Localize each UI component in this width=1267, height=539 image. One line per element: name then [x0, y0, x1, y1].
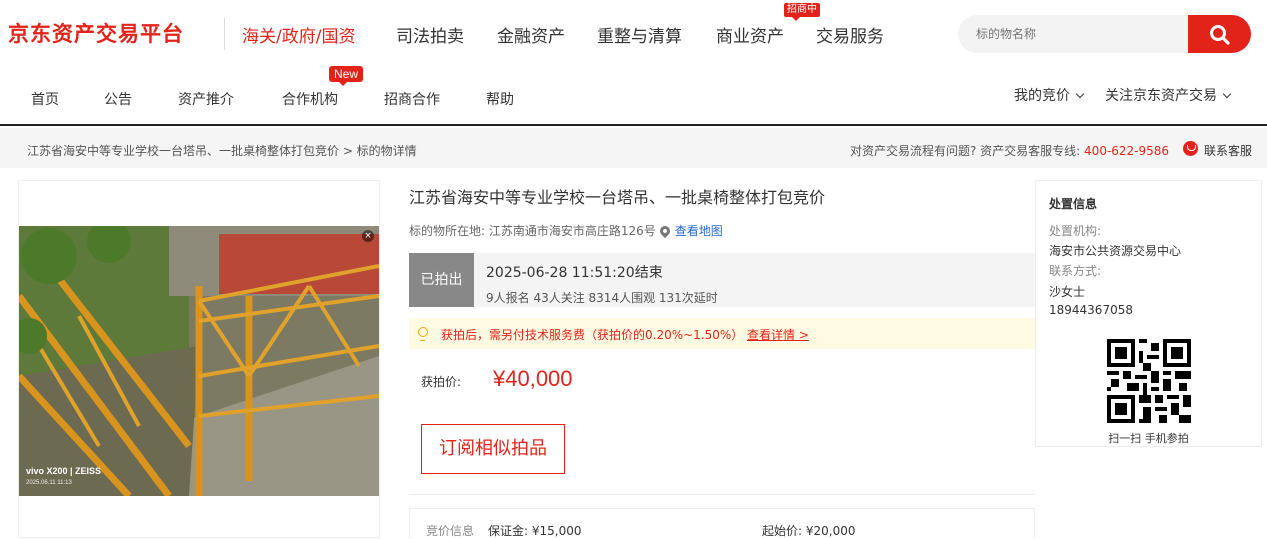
logo-divider [224, 18, 225, 50]
subscribe-similar-button[interactable]: 订阅相似拍品 [421, 424, 565, 474]
search-icon [1210, 25, 1230, 45]
follow-label: 关注京东资产交易 [1105, 88, 1217, 104]
final-price: ¥40,000 [493, 366, 573, 391]
location-address: 江苏南通市海安市高庄路126号 [488, 224, 656, 238]
contact-service-link[interactable]: 联系客服 [1204, 142, 1252, 159]
chevron-down-icon [1075, 89, 1085, 99]
org-name: 海安市公共资源交易中心 [1049, 244, 1182, 258]
item-photo[interactable]: × vivo X200 | ZEISS 2025.06.11 11:13 [19, 226, 379, 496]
nav-financial-assets[interactable]: 金融资产 [497, 22, 565, 47]
image-gallery: × vivo X200 | ZEISS 2025.06.11 11:13 [18, 180, 380, 538]
follow-menu[interactable]: 关注京东资产交易 [1105, 85, 1232, 105]
contact-label: 联系方式: [1049, 264, 1102, 278]
subnav-asset-promotion[interactable]: 资产推介 [178, 89, 234, 109]
breadcrumb[interactable]: 江苏省海安中等专业学校一台塔吊、一批桌椅整体打包竞价 > 标的物详情 [27, 142, 417, 159]
site-logo[interactable]: 京东资产交易平台 [8, 18, 184, 48]
view-map-link[interactable]: 查看地图 [675, 224, 723, 238]
search-box [958, 15, 1190, 53]
starting-price: 起始价: ¥20,000 [762, 524, 856, 538]
disposal-info-card: 处置信息 处置机构: 海安市公共资源交易中心 联系方式: 沙女士 1894436… [1035, 180, 1262, 447]
customer-service-icon[interactable] [1183, 141, 1198, 156]
my-bids-label: 我的竞价 [1014, 88, 1070, 104]
divider [409, 494, 1035, 495]
map-pin-icon [657, 223, 672, 239]
org-label: 处置机构: [1049, 224, 1102, 238]
nav-trade-service[interactable]: 交易服务 [816, 22, 884, 47]
nav-commercial-assets[interactable]: 商业资产 [716, 22, 784, 47]
search-button[interactable] [1188, 15, 1251, 53]
view-details-link[interactable]: 查看详情 > [747, 326, 809, 343]
nav-judicial-auction[interactable]: 司法拍卖 [396, 22, 464, 47]
help-hotline: 对资产交易流程有问题? 资产交易客服专线: 400-622-9586 [850, 142, 1169, 159]
deposit: 保证金: ¥15,000 [488, 524, 582, 538]
subnav-investment-cooperation[interactable]: 招商合作 [384, 89, 440, 109]
auction-status-panel: 已拍出 2025-06-28 11:51:20结束 9人报名 43人关注 831… [409, 253, 1035, 307]
item-title: 江苏省海安中等专业学校一台塔吊、一批桌椅整体打包竞价 [409, 188, 826, 207]
hotline-number: 400-622-9586 [1084, 144, 1170, 158]
subnav-help[interactable]: 帮助 [486, 89, 514, 109]
photo-date-watermark: 2025.06.11 11:13 [26, 480, 72, 486]
subnav-partners[interactable]: 合作机构 [282, 89, 338, 109]
qr-code-icon[interactable] [1107, 339, 1191, 423]
status-badge: 已拍出 [409, 253, 474, 307]
contact-phone: 18944367058 [1049, 303, 1133, 317]
end-time: 2025-06-28 11:51:20结束 [486, 265, 663, 281]
tower-crane-image [19, 226, 379, 496]
new-badge: New [329, 66, 364, 86]
top-header: 京东资产交易平台 海关/政府/国资 司法拍卖 金融资产 重整与清算 商业资产 招… [0, 0, 1267, 70]
chevron-down-icon [1222, 89, 1232, 99]
my-bids-menu[interactable]: 我的竞价 [1014, 85, 1085, 105]
nav-restructuring[interactable]: 重整与清算 [597, 22, 682, 47]
item-location: 标的物所在地: 江苏南通市海安市高庄路126号 查看地图 [409, 222, 723, 239]
subnav-home[interactable]: 首页 [31, 89, 59, 109]
bid-info-label: 竞价信息 [426, 524, 475, 538]
camera-watermark: vivo X200 | ZEISS [26, 466, 102, 476]
close-icon[interactable]: × [362, 230, 374, 242]
breadcrumb-bar: 江苏省海安中等专业学校一台塔吊、一批桌椅整体打包竞价 > 标的物详情 对资产交易… [0, 128, 1267, 168]
notice-text: 获拍后，需另付技术服务费（获拍价的0.20%~1.50%） [441, 328, 744, 342]
help-text: 对资产交易流程有问题? 资产交易客服专线: [850, 144, 1085, 158]
disposal-title: 处置信息 [1049, 197, 1098, 211]
contact-name: 沙女士 [1049, 285, 1086, 299]
sub-nav: 首页 公告 资产推介 合作机构 New 招商合作 帮助 我的竞价 关注京东资产交… [0, 66, 1267, 126]
final-price-label: 获拍价: [421, 375, 462, 389]
nav-customs-government[interactable]: 海关/政府/国资 [242, 22, 355, 47]
qr-caption: 扫一扫 手机参拍 [1108, 432, 1189, 445]
bid-info-bar: 竞价信息 保证金: ¥15,000 起始价: ¥20,000 [409, 508, 1035, 538]
service-fee-notice: 获拍后，需另付技术服务费（获拍价的0.20%~1.50%） 查看详情 > [409, 318, 1035, 349]
auction-stats: 9人报名 43人关注 8314人围观 131次延时 [486, 291, 718, 305]
recruit-badge: 招商中 [784, 3, 820, 21]
lightbulb-icon [418, 327, 428, 341]
search-input[interactable] [976, 15, 1176, 53]
subnav-announcements[interactable]: 公告 [104, 89, 132, 109]
location-label: 标的物所在地: [409, 224, 486, 238]
